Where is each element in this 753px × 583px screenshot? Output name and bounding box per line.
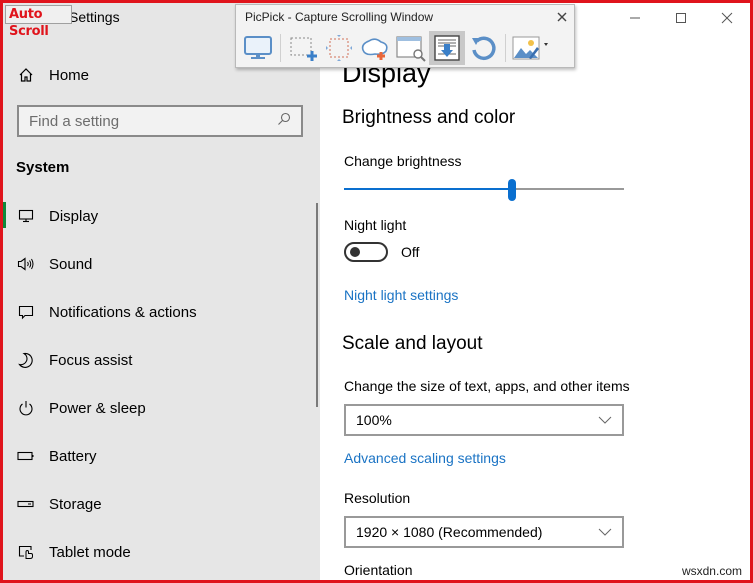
capture-scrolling-window-icon [434, 35, 460, 61]
sidebar-item-label: Storage [49, 495, 102, 513]
advanced-scaling-link[interactable]: Advanced scaling settings [344, 450, 506, 466]
sidebar: Settings Home Find a setting System Disp… [3, 3, 320, 580]
main-content: Display Brightness and color Change brig… [320, 3, 750, 580]
notification-icon [17, 303, 35, 321]
scale-section-heading: Scale and layout [342, 333, 483, 354]
sidebar-nav: Display Sound Notifications & actions Fo… [3, 192, 320, 576]
battery-icon [17, 447, 35, 465]
toolbar-separator [280, 34, 281, 62]
sidebar-item-label: Tablet mode [49, 543, 131, 561]
search-input[interactable]: Find a setting [17, 105, 303, 137]
auto-scroll-badge: Auto Scroll [5, 5, 72, 39]
sidebar-item-notifications[interactable]: Notifications & actions [3, 288, 320, 336]
sidebar-item-label: Notifications & actions [49, 303, 197, 321]
close-button[interactable] [704, 3, 750, 33]
resolution-label: Resolution [344, 490, 411, 506]
monitor-icon [17, 207, 35, 225]
power-icon [17, 399, 35, 417]
resolution-dropdown[interactable]: 1920 × 1080 (Recommended) [344, 516, 624, 548]
sidebar-item-battery[interactable]: Battery [3, 432, 320, 480]
brightness-label: Change brightness [344, 153, 462, 169]
moon-icon [17, 351, 35, 369]
sidebar-item-sound[interactable]: Sound [3, 240, 320, 288]
sidebar-item-label: Sound [49, 255, 93, 273]
chevron-down-icon [598, 528, 612, 536]
brightness-slider[interactable] [344, 179, 624, 201]
scale-dropdown-value: 100% [356, 412, 392, 428]
sidebar-item-label: Focus assist [49, 351, 133, 369]
sidebar-item-label: Battery [49, 447, 97, 465]
sidebar-item-label: Power & sleep [49, 399, 146, 417]
picpick-title: PicPick - Capture Scrolling Window [245, 10, 434, 24]
capture-freehand-button[interactable] [357, 31, 393, 65]
sidebar-item-home[interactable]: Home [17, 61, 89, 89]
section-label: System [16, 159, 70, 176]
sidebar-scrollbar[interactable] [316, 203, 318, 407]
capture-fixed-region-button[interactable] [321, 31, 357, 65]
image-editor-button[interactable] [510, 31, 550, 65]
orientation-label: Orientation [344, 562, 413, 578]
close-icon [721, 12, 733, 24]
sidebar-item-storage[interactable]: Storage [3, 480, 320, 528]
search-placeholder: Find a setting [29, 112, 120, 130]
window-controls [612, 3, 750, 33]
sidebar-item-power-sleep[interactable]: Power & sleep [3, 384, 320, 432]
sidebar-item-display[interactable]: Display [3, 192, 320, 240]
resolution-dropdown-value: 1920 × 1080 (Recommended) [356, 524, 543, 540]
search-icon[interactable] [277, 112, 291, 130]
speaker-icon [17, 255, 35, 273]
capture-region-button[interactable] [285, 31, 321, 65]
slider-track-fill [344, 188, 512, 190]
minimize-button[interactable] [612, 3, 658, 33]
minimize-icon [630, 17, 640, 19]
sidebar-item-label: Home [49, 66, 90, 84]
picpick-close-button[interactable] [557, 8, 567, 25]
toggle-state: Off [401, 244, 420, 260]
night-light-label: Night light [344, 217, 407, 233]
scale-label: Change the size of text, apps, and other… [344, 378, 630, 394]
repeat-last-capture-button[interactable] [465, 31, 501, 65]
scale-dropdown[interactable]: 100% [344, 404, 624, 436]
slider-thumb[interactable] [508, 179, 516, 201]
image-editor-icon [512, 36, 548, 60]
picpick-toolbar: PicPick - Capture Scrolling Window [235, 4, 575, 68]
capture-window-icon [396, 36, 426, 62]
storage-icon [17, 495, 35, 513]
capture-scrolling-window-button[interactable] [429, 31, 465, 65]
repeat-last-capture-icon [472, 36, 496, 60]
maximize-icon [676, 13, 686, 23]
night-light-settings-link[interactable]: Night light settings [344, 287, 458, 303]
sidebar-item-label: Display [49, 207, 99, 225]
capture-freehand-icon [361, 38, 388, 60]
chevron-down-icon [598, 416, 612, 424]
sidebar-item-tablet-mode[interactable]: Tablet mode [3, 528, 320, 576]
sidebar-item-focus-assist[interactable]: Focus assist [3, 336, 320, 384]
window-title: Settings [69, 9, 120, 25]
home-icon [17, 66, 35, 84]
night-light-toggle[interactable] [344, 242, 388, 262]
picpick-tools [240, 31, 550, 65]
close-icon [557, 12, 567, 22]
night-light-toggle-row: Off [344, 242, 419, 262]
capture-fixed-region-icon [326, 35, 352, 61]
toolbar-separator [505, 34, 506, 62]
capture-screen-button[interactable] [240, 31, 276, 65]
slider-track [512, 188, 624, 190]
capture-screen-icon [244, 36, 272, 59]
toggle-knob [350, 247, 360, 257]
capture-region-icon [290, 37, 317, 61]
brightness-section-heading: Brightness and color [342, 107, 516, 128]
screenshot-frame: Settings Home Find a setting System Disp… [0, 0, 753, 583]
capture-window-button[interactable] [393, 31, 429, 65]
maximize-button[interactable] [658, 3, 704, 33]
watermark: wsxdn.com [681, 564, 742, 578]
tablet-mode-icon [17, 543, 35, 561]
